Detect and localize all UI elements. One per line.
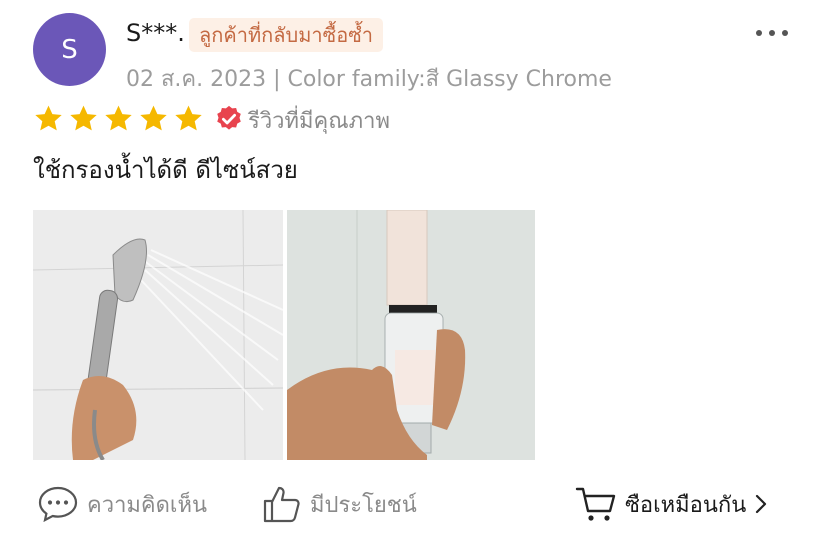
review-actions: ความคิดเห็น มีประโยชน์ ซือเหมือนกัน xyxy=(0,482,828,526)
review-meta: 02 ส.ค. 2023 | Color family:สี Glassy Ch… xyxy=(126,67,612,92)
thumbs-up-icon xyxy=(263,486,300,523)
cart-icon xyxy=(575,487,616,521)
helpful-button[interactable]: มีประโยชน์ xyxy=(262,482,417,526)
filter-cartridge-photo[interactable] xyxy=(287,210,535,460)
reviewer-name: S***. xyxy=(126,19,185,47)
review-text: ใช้กรองน้ำได้ดี ดีไซน์สวย xyxy=(33,156,298,184)
comment-label: ความคิดเห็น xyxy=(87,492,207,518)
shower-head-illustration xyxy=(33,210,283,460)
more-icon[interactable] xyxy=(756,30,788,38)
rating-stars xyxy=(33,103,204,134)
quality-review-label: รีวิวที่มีคุณภาพ xyxy=(248,109,391,134)
star-icon xyxy=(105,105,132,131)
verified-icon xyxy=(217,105,241,130)
star-icon xyxy=(70,105,97,131)
comment-icon xyxy=(38,486,78,523)
star-icon xyxy=(140,105,167,131)
star-icon xyxy=(175,105,202,131)
comment-button[interactable]: ความคิดเห็น xyxy=(37,482,207,526)
avatar: S xyxy=(33,13,106,86)
star-icon xyxy=(35,105,62,131)
helpful-label: มีประโยชน์ xyxy=(310,492,417,518)
buy-same-button[interactable]: ซือเหมือนกัน xyxy=(575,482,768,526)
repeat-customer-badge: ลูกค้าที่กลับมาซื้อซ้ำ xyxy=(189,18,384,52)
chevron-right-icon xyxy=(756,494,767,514)
buy-same-label: ซือเหมือนกัน xyxy=(625,492,747,518)
avatar-letter: S xyxy=(61,34,78,65)
shower-head-photo[interactable] xyxy=(33,210,283,460)
filter-cartridge-illustration xyxy=(287,210,535,460)
